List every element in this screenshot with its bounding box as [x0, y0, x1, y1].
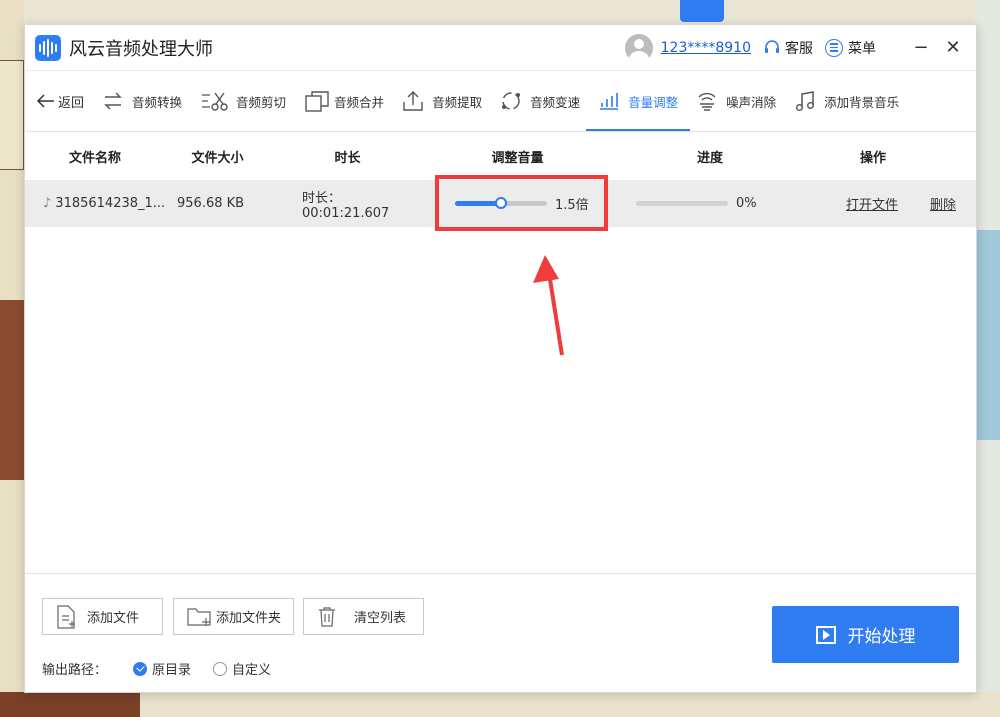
close-button[interactable]: ✕: [942, 37, 964, 58]
play-icon: [815, 625, 836, 644]
progress-value: 0%: [736, 196, 757, 211]
tab-label: 音频剪切: [236, 94, 287, 110]
tab-volume-adjust[interactable]: 音量调整: [586, 71, 691, 131]
radio-unchecked-icon: [213, 661, 228, 676]
output-path-row: 输出路径： 原目录 自定义: [42, 659, 271, 678]
volume-bars-icon: [598, 91, 620, 111]
start-label: 开始处理: [847, 627, 916, 647]
customer-service-button[interactable]: 客服: [763, 38, 813, 58]
tab-label: 音频合并: [334, 94, 385, 110]
file-duration: 时长：00:01:21.607: [302, 190, 390, 221]
app-logo-icon: [35, 34, 61, 61]
merge-icon: [304, 90, 330, 112]
customer-service-label: 客服: [785, 40, 813, 57]
header-actions: 操作: [859, 150, 886, 166]
tab-add-background-music[interactable]: 添加背景音乐: [794, 71, 899, 131]
radio-original-label: 原目录: [152, 663, 192, 678]
app-title: 风云音频处理大师: [69, 38, 213, 60]
headset-icon: [765, 39, 779, 53]
arrow-left-icon: [37, 94, 55, 108]
file-name: 3185614238_1...: [55, 196, 166, 211]
trash-icon: [318, 606, 336, 628]
table-header: 文件名称 文件大小 时长 调整音量 进度 操作: [25, 132, 976, 180]
wallpaper-note: [0, 60, 24, 170]
menu-icon: [825, 38, 843, 57]
desktop-wallpaper-bottom: [0, 692, 1000, 717]
delete-link[interactable]: 删除: [930, 194, 956, 213]
title-bar: 风云音频处理大师 123****8910 客服 菜单 − ✕: [25, 25, 976, 71]
tab-audio-merge[interactable]: 音频合并: [304, 71, 384, 131]
add-folder-label: 添加文件夹: [216, 611, 282, 626]
back-button[interactable]: 返回: [37, 71, 84, 131]
radio-original-directory[interactable]: 原目录: [133, 659, 191, 678]
clear-list-button[interactable]: 清空列表: [303, 598, 424, 635]
speed-icon: [500, 90, 522, 112]
back-label: 返回: [58, 95, 85, 111]
noise-icon: [696, 90, 718, 112]
annotation-arrow: [533, 255, 564, 356]
start-processing-button[interactable]: 开始处理: [772, 606, 959, 663]
header-file-name: 文件名称: [68, 150, 121, 166]
tab-label: 添加背景音乐: [824, 94, 900, 110]
progress-bar: [636, 201, 728, 206]
menu-label: 菜单: [848, 40, 876, 57]
menu-button[interactable]: 菜单: [825, 38, 876, 58]
radio-custom-directory[interactable]: 自定义: [213, 659, 271, 678]
tab-noise-removal[interactable]: 噪声消除: [696, 71, 776, 131]
file-size: 956.68 KB: [177, 196, 245, 211]
add-folder-icon: [186, 605, 212, 629]
radio-custom-label: 自定义: [232, 663, 272, 678]
header-file-size: 文件大小: [191, 150, 244, 166]
audio-file-icon: ♪: [43, 196, 52, 211]
tab-audio-cut[interactable]: 音频剪切: [200, 71, 286, 131]
open-file-link[interactable]: 打开文件: [846, 194, 898, 213]
add-file-label: 添加文件: [87, 611, 140, 626]
app-window: 风云音频处理大师 123****8910 客服 菜单 − ✕ 返回 音频转换 音…: [24, 24, 977, 693]
scissors-icon: [200, 90, 228, 112]
header-progress: 进度: [696, 150, 723, 166]
wallpaper-shape-right: [976, 230, 1000, 440]
add-file-icon: [55, 604, 77, 630]
tab-label: 音频提取: [432, 94, 483, 110]
convert-icon: [102, 91, 124, 111]
avatar[interactable]: [624, 33, 653, 62]
feature-toolbar: 返回 音频转换 音频剪切 音频合并 音频提取 音频变速 音量调整 噪声消除 添加…: [25, 71, 976, 132]
header-volume: 调整音量: [491, 150, 544, 166]
tab-audio-speed[interactable]: 音频变速: [500, 71, 580, 131]
tab-label: 音频转换: [132, 94, 183, 110]
desktop-app-icon[interactable]: [680, 0, 724, 22]
tab-label: 音频变速: [530, 94, 581, 110]
user-id-link[interactable]: 123****8910: [661, 40, 751, 56]
add-folder-button[interactable]: 添加文件夹: [173, 598, 294, 635]
wallpaper-shape: [0, 300, 24, 480]
clear-list-label: 清空列表: [354, 611, 407, 626]
highlight-box: [435, 175, 608, 231]
bottom-panel: 添加文件 添加文件夹 清空列表 开始处理 输出路径： 原目录 自定义: [25, 573, 976, 694]
tab-label: 噪声消除: [726, 94, 777, 110]
tab-audio-convert[interactable]: 音频转换: [102, 71, 182, 131]
music-note-icon: [794, 90, 816, 112]
tab-audio-extract[interactable]: 音频提取: [402, 71, 482, 131]
header-duration: 时长: [334, 150, 361, 166]
output-path-label: 输出路径：: [42, 663, 108, 678]
add-file-button[interactable]: 添加文件: [42, 598, 163, 635]
extract-icon: [402, 90, 424, 112]
radio-checked-icon: [133, 661, 148, 676]
tab-label: 音量调整: [628, 94, 679, 110]
table-row[interactable]: ♪ 3185614238_1... 956.68 KB 时长：00:01:21.…: [25, 175, 976, 231]
minimize-button[interactable]: −: [910, 37, 932, 58]
wallpaper-shape-bottom: [0, 692, 140, 717]
